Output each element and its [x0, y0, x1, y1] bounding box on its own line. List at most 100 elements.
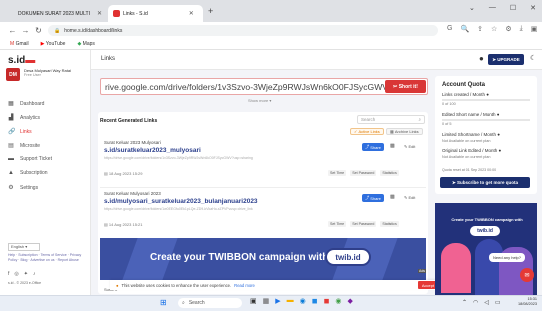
maximize-icon[interactable]: ☐ — [510, 4, 516, 12]
upgrade-button[interactable]: ➤ UPGRADE — [488, 54, 524, 65]
bookmark-gmail[interactable]: M Gmail — [10, 41, 29, 47]
close-icon[interactable]: ✕ — [530, 4, 536, 12]
edit-button[interactable]: ✎ Edit — [404, 144, 415, 149]
star-icon[interactable]: ☆ — [491, 25, 497, 34]
info-icon[interactable]: ● — [497, 132, 500, 137]
download-icon[interactable]: ⤓ — [520, 25, 523, 34]
theme-toggle-icon[interactable]: ☾ — [530, 54, 536, 62]
info-icon[interactable]: ● — [499, 148, 502, 153]
footer-links[interactable]: Help · Subscription · Terms of Service ·… — [8, 253, 86, 262]
widgets-icon[interactable]: ▦ — [263, 297, 270, 305]
video-icon[interactable]: ▶ — [275, 297, 280, 305]
edit-button[interactable]: ✎ Edit — [404, 195, 415, 200]
browser-extensions: G 🔍 ⇪ ☆ ⚙ ⤓ ▣ ⋮ — [447, 25, 542, 34]
chat-bubble[interactable]: Need any help? — [489, 253, 525, 262]
reload-icon[interactable]: ↻ — [32, 26, 45, 35]
back-icon[interactable]: ← — [6, 26, 19, 35]
app-icon[interactable]: ◼ — [324, 297, 330, 305]
sidebar-item-settings[interactable]: ⚙ Settings — [8, 184, 38, 192]
language-select[interactable]: English ▾ — [8, 243, 40, 251]
speaker-icon[interactable]: ◁ — [484, 299, 489, 306]
statistics-button[interactable]: Statistics — [380, 221, 399, 227]
avatar: DM — [6, 68, 20, 81]
forward-icon[interactable]: → — [19, 26, 32, 35]
close-icon[interactable]: ✕ — [189, 10, 194, 17]
wifi-icon[interactable]: ◠ — [473, 299, 478, 306]
twitter-icon[interactable]: ✦ — [24, 271, 28, 277]
sidebar-item-dashboard[interactable]: ▦ Dashboard — [8, 100, 44, 108]
tiktok-icon[interactable]: ♪ — [33, 271, 36, 277]
app-icon[interactable]: ◆ — [347, 297, 352, 305]
close-icon[interactable]: ✕ — [97, 10, 102, 17]
battery-icon[interactable]: ▭ — [495, 299, 501, 306]
sidebar-item-links[interactable]: 🔗 Links — [8, 128, 32, 136]
share-button[interactable]: ⤴ Share — [362, 194, 384, 202]
set-time-button[interactable]: Set Time — [328, 170, 347, 176]
short-link[interactable]: s.id/mulyosari_suratkeluar2023_bulanjanu… — [104, 198, 258, 205]
archive-links-filter[interactable]: ▦ Archive Links — [386, 128, 423, 135]
qr-code-icon[interactable]: ▩ — [390, 143, 395, 149]
windows-start-icon[interactable]: ⊞ — [160, 298, 167, 307]
bell-icon[interactable]: ● — [479, 54, 484, 63]
taskbar-search[interactable]: ⌕ Search — [178, 298, 242, 308]
minimize-icon[interactable]: — — [489, 4, 496, 12]
search-input[interactable]: Search ⌕ — [357, 115, 425, 124]
plus-icon[interactable]: + — [208, 6, 213, 16]
active-links-filter[interactable]: ✓ Active Links — [350, 128, 384, 135]
banner-text: Create your TWIBBON campaign with — [150, 252, 329, 263]
bookmark-youtube[interactable]: ▶ YouTube — [41, 41, 66, 47]
original-link[interactable]: https://drive.google.com/drive/folders/1… — [104, 207, 253, 211]
read-more-link[interactable]: Read more — [234, 283, 255, 288]
sidebar-item-analytics[interactable]: ▟ Analytics — [8, 114, 40, 122]
chevron-down-icon[interactable]: ⌄ — [469, 4, 475, 12]
chevron-up-icon[interactable]: ⌃ — [462, 299, 467, 306]
url-input[interactable]: 🔒 home.s.id/dashboard/links — [48, 25, 438, 36]
google-icon[interactable]: G — [447, 25, 452, 34]
browser-tab[interactable]: DOKUMEN SURAT 2023 MULTI ✕ — [10, 5, 105, 22]
chat-icon[interactable]: ✉ — [520, 268, 534, 282]
chrome-icon[interactable]: ◉ — [335, 297, 341, 305]
app-icon[interactable]: ◼ — [312, 297, 318, 305]
show-more-toggle[interactable]: Show more ▾ — [248, 98, 271, 103]
user-profile[interactable]: DM Desa Mulyasari Way Ratai Free User — [6, 68, 84, 81]
set-password-button[interactable]: Set Password — [350, 170, 377, 176]
sidebar-item-support-ticket[interactable]: ▬ Support Ticket — [8, 156, 52, 162]
zoom-icon[interactable]: 🔍 — [460, 25, 469, 34]
bookmark-maps[interactable]: ◆ Maps — [77, 41, 94, 47]
quota-label: Limited Shortname / Month ● — [442, 132, 501, 137]
grid-icon: ▦ — [8, 101, 14, 107]
extension-icon[interactable]: ⚙ — [505, 25, 511, 34]
short-link[interactable]: s.id/suratkeluar2023_mulyosari — [104, 147, 201, 154]
folder-icon[interactable]: ▬ — [287, 297, 294, 305]
sidepanel-icon[interactable]: ▣ — [531, 25, 538, 34]
share-button[interactable]: ⤴ Share — [362, 143, 384, 151]
quota-progress — [442, 119, 530, 121]
statistics-button[interactable]: Statistics — [380, 170, 399, 176]
sidebar-item-microsite[interactable]: ▤ Microsite — [8, 142, 40, 150]
logo[interactable]: s.id▬ — [8, 55, 35, 66]
task-view-icon[interactable]: ▣ — [250, 297, 257, 305]
pencil-icon: ✎ — [404, 195, 408, 200]
tab-label: DOKUMEN SURAT 2023 MULTI — [18, 10, 90, 17]
set-time-button[interactable]: Set Time — [328, 221, 347, 227]
facebook-icon[interactable]: f — [8, 271, 9, 277]
original-link[interactable]: https://drive.google.com/drive/folders/1… — [104, 156, 253, 160]
short-it-button[interactable]: ✂ Short it! — [385, 80, 426, 93]
share-icon[interactable]: ⇪ — [477, 25, 483, 34]
long-url-input[interactable]: rive.google.com/drive/folders/1v3Szvo-3W… — [100, 78, 428, 95]
browser-tab-active[interactable]: Links - S.id ✕ — [108, 5, 203, 22]
instagram-icon[interactable]: ◎ — [14, 271, 18, 277]
edge-icon[interactable]: ◉ — [300, 297, 306, 305]
sidebar-item-subscription[interactable]: ▲ Subscription — [8, 170, 48, 176]
cookie-notice: ● This website uses cookies to enhance t… — [110, 280, 440, 290]
link-icon: 🔗 — [8, 129, 16, 135]
info-icon[interactable]: ● — [497, 112, 500, 117]
info-icon[interactable]: ● — [486, 92, 489, 97]
cookie-icon: ● — [116, 282, 119, 288]
qr-code-icon[interactable]: ▩ — [390, 194, 395, 200]
subscribe-button[interactable]: ➤ Subscribe to get more quota — [440, 177, 530, 188]
quota-label: Edited Short name / Month ● — [442, 112, 500, 117]
clock[interactable]: 15:31 18/08/2023 — [518, 297, 537, 307]
quota-value: 0 of 100 — [442, 102, 456, 106]
set-password-button[interactable]: Set Password — [350, 221, 377, 227]
